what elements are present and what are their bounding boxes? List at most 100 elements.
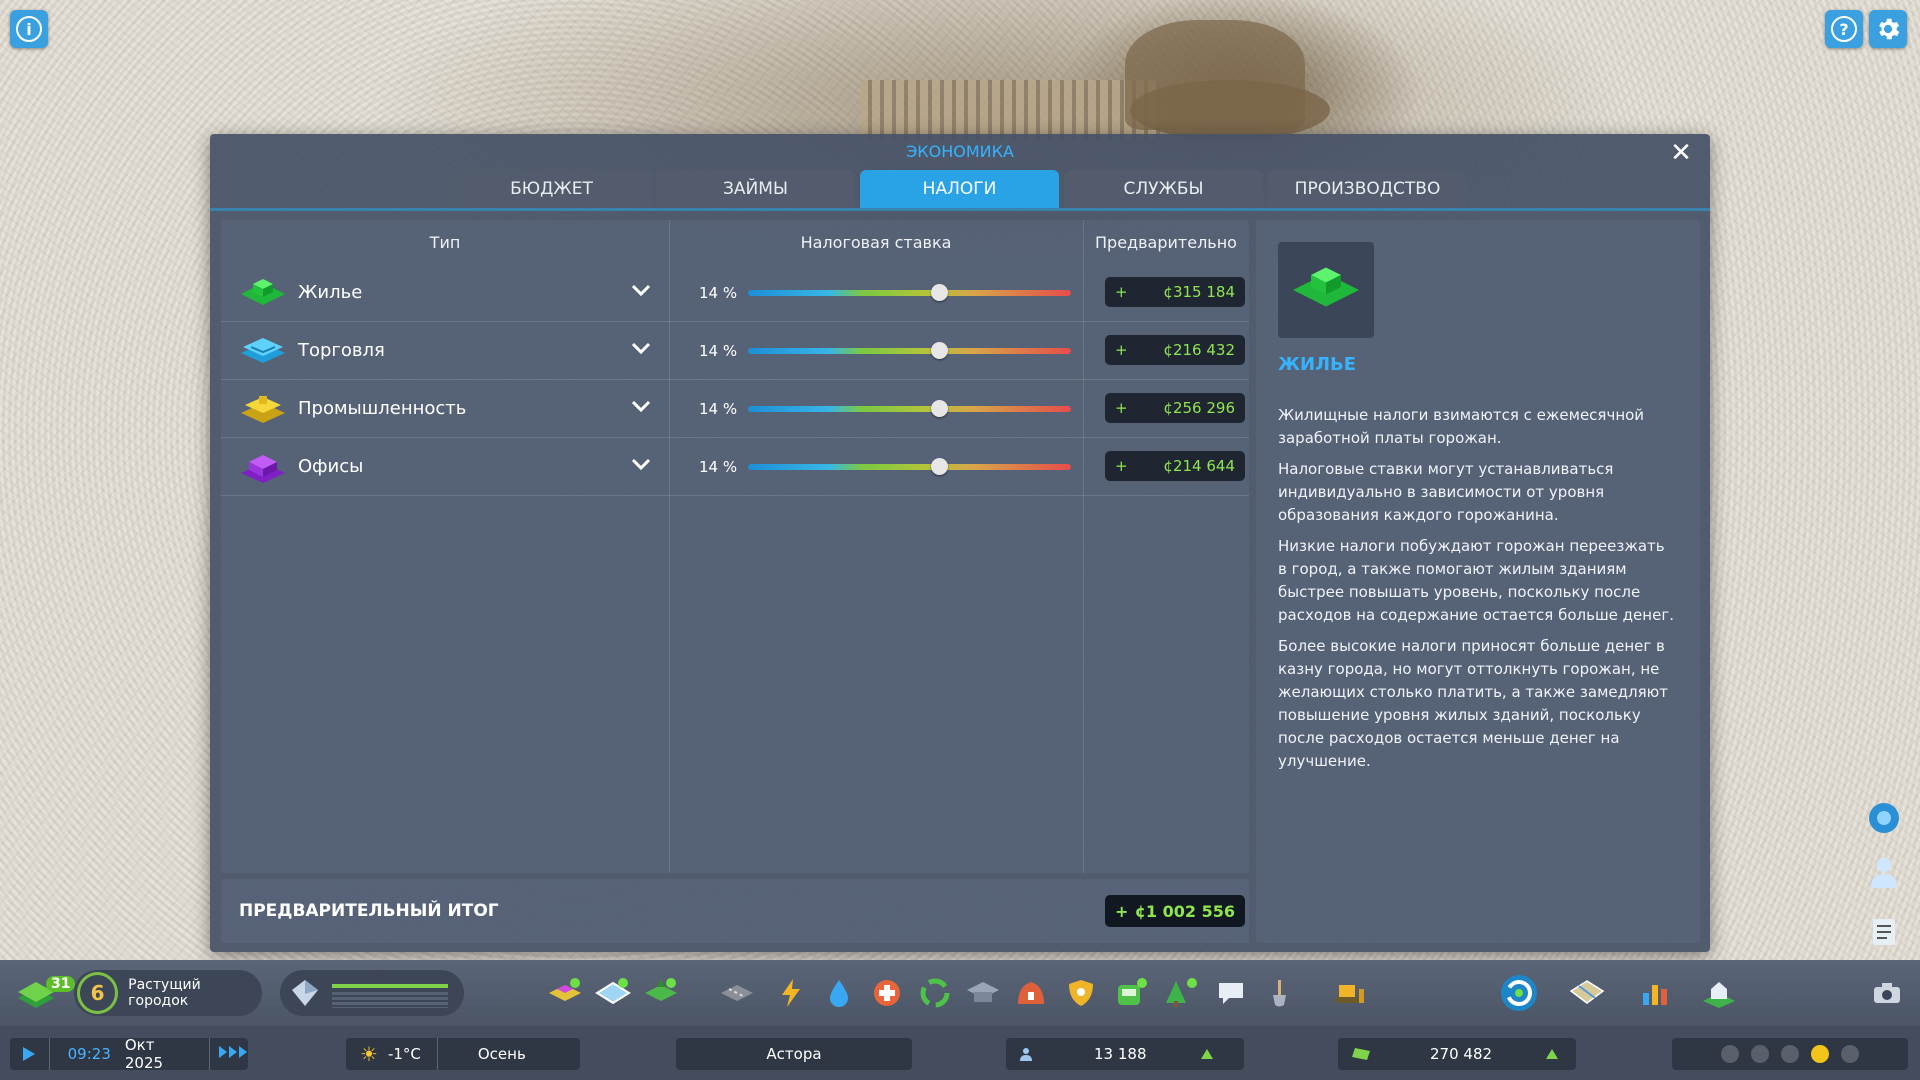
chevron-down-icon[interactable] (629, 336, 653, 360)
parks-button[interactable] (1162, 974, 1200, 1012)
camera-icon (1874, 983, 1900, 1003)
money-box[interactable]: 270 482 (1338, 1038, 1576, 1070)
preview-amount: + ¢256 296 (1105, 393, 1245, 423)
progress-lines (332, 992, 448, 1008)
tab-loans[interactable]: ЗАЙМЫ (656, 170, 855, 208)
zoning-icon (549, 978, 581, 1001)
city-services-button[interactable] (1700, 974, 1738, 1012)
industrial-icon (241, 396, 285, 423)
tax-rate-value: 14 % (699, 400, 738, 418)
total-amount: + ¢1 002 556 (1105, 895, 1245, 927)
bottom-toolbar: 31 6 Растущий городок (0, 960, 1920, 1026)
zoning-button[interactable] (546, 974, 584, 1012)
xp-level-badge[interactable]: 31 (14, 972, 76, 1016)
slider-knob[interactable] (930, 458, 948, 475)
info-paragraph: Жилищные налоги взимаются с ежемесячной … (1278, 406, 1645, 447)
happiness-face-icon (1841, 1045, 1859, 1063)
play-button[interactable] (10, 1046, 49, 1062)
photo-mode-button[interactable] (1868, 974, 1906, 1012)
roads-button[interactable] (718, 974, 756, 1012)
total-sign: + (1115, 901, 1129, 921)
landscaping-button[interactable] (642, 974, 680, 1012)
chevron-down-icon[interactable] (629, 394, 653, 418)
citizen-button[interactable] (1864, 852, 1904, 892)
preview-sign: + (1115, 283, 1128, 301)
communications-button[interactable] (1212, 974, 1250, 1012)
development-progress[interactable] (280, 970, 464, 1016)
tax-rate-slider[interactable] (748, 406, 1071, 412)
notes-icon (1873, 919, 1895, 945)
chat-icon (1219, 983, 1243, 1004)
tax-type-label: Офисы (298, 456, 364, 477)
info-button[interactable]: i (10, 10, 48, 48)
landscape-tool-button[interactable] (1260, 974, 1298, 1012)
money-icon (1352, 1048, 1370, 1060)
separator (48, 1038, 50, 1070)
settings-button[interactable] (1869, 10, 1907, 48)
tab-production[interactable]: ПРОИЗВОДСТВО (1268, 170, 1467, 208)
progress-fill (332, 984, 448, 988)
status-bar: 09:23 Окт 2025 ☀ -1°C Осень Астора 13 18… (0, 1026, 1920, 1080)
game-date: Окт 2025 (124, 1036, 164, 1072)
tab-budget[interactable]: БЮДЖЕТ (452, 170, 651, 208)
area-button[interactable] (594, 974, 632, 1012)
education-button[interactable] (964, 974, 1002, 1012)
chevron-down-icon[interactable] (629, 278, 653, 302)
health-button[interactable] (868, 974, 906, 1012)
fire-button[interactable] (1012, 974, 1050, 1012)
electricity-button[interactable] (772, 974, 810, 1012)
transport-button[interactable] (1112, 974, 1150, 1012)
help-icon: ? (1831, 16, 1857, 42)
speed-button[interactable] (218, 1045, 248, 1063)
tax-rate-slider[interactable] (748, 290, 1071, 296)
help-button[interactable]: ? (1825, 10, 1863, 48)
bulldozer-icon (1335, 985, 1364, 1003)
population-box[interactable]: 13 188 (1006, 1038, 1244, 1070)
map-tiles-button[interactable] (1568, 974, 1606, 1012)
total-section: ПРЕДВАРИТЕЛЬНЫЙ ИТОГ + ¢1 002 556 (221, 879, 1249, 943)
progression-button[interactable] (1500, 974, 1538, 1012)
preview-value: ¢214 644 (1163, 457, 1235, 475)
radio-button[interactable] (1864, 798, 1904, 838)
bulldozer-button[interactable] (1330, 974, 1368, 1012)
chirper-button[interactable] (1864, 912, 1904, 952)
happiness-meter[interactable] (1672, 1038, 1908, 1070)
map-tiles-icon (1569, 980, 1605, 1004)
slider-knob[interactable] (930, 284, 948, 301)
recycle-icon (920, 978, 950, 1008)
tax-rate-value: 14 % (699, 284, 738, 302)
tab-services[interactable]: СЛУЖБЫ (1064, 170, 1263, 208)
milestone-widget[interactable]: 6 Растущий городок (74, 970, 262, 1016)
town-buildings (860, 80, 1160, 140)
garbage-button[interactable] (916, 974, 954, 1012)
preview-amount: + ¢214 644 (1105, 451, 1245, 481)
slider-knob[interactable] (930, 400, 948, 417)
slider-knob[interactable] (930, 342, 948, 359)
tax-rate-slider[interactable] (748, 348, 1071, 354)
game-time: 09:23 (67, 1045, 111, 1063)
close-button[interactable]: ✕ (1666, 138, 1696, 168)
city-name-box[interactable]: Астора (676, 1038, 912, 1070)
farm-field-2 (1130, 80, 1330, 140)
statistics-button[interactable] (1636, 974, 1674, 1012)
parks-icon (1166, 978, 1197, 1007)
tax-table: Тип Налоговая ставка Предварительно Жиль… (221, 220, 1249, 873)
education-icon (967, 982, 999, 1002)
tab-underline (210, 208, 1710, 211)
water-button[interactable] (820, 974, 858, 1012)
preview-value: ¢216 432 (1163, 341, 1235, 359)
tax-rate-slider[interactable] (748, 464, 1071, 470)
tab-taxes[interactable]: НАЛОГИ (860, 170, 1059, 208)
milestone-number: 6 (77, 972, 119, 1014)
preview-value: ¢315 184 (1163, 283, 1235, 301)
weather-info[interactable]: ☀ -1°C Осень (346, 1038, 580, 1070)
progression-icon (1501, 975, 1537, 1011)
police-icon (1069, 980, 1093, 1006)
milestone-name: Растущий городок (128, 977, 201, 1009)
landscaping-icon (645, 978, 677, 1001)
shovel-icon (1273, 980, 1286, 1007)
tax-row-residential: Жилье 14 % + ¢315 184 (221, 264, 1249, 322)
transport-icon (1118, 978, 1147, 1005)
police-button[interactable] (1062, 974, 1100, 1012)
chevron-down-icon[interactable] (629, 452, 653, 476)
